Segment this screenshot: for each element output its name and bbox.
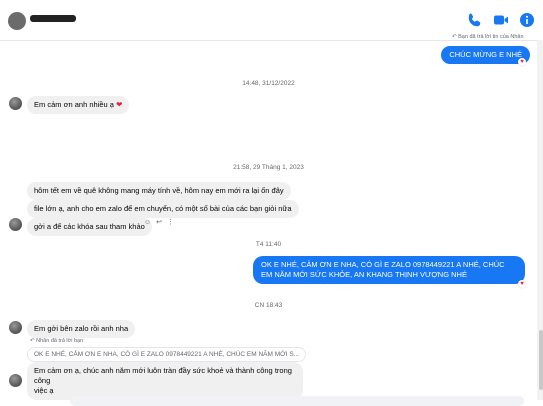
- scrollbar[interactable]: [537, 40, 543, 400]
- timestamp-divider: 21:58, 29 Tháng 1, 2023: [233, 164, 304, 171]
- info-icon[interactable]: [519, 12, 535, 28]
- contact-avatar[interactable]: [8, 12, 26, 30]
- phone-icon[interactable]: [467, 12, 483, 28]
- timestamp-divider: 14:48, 31/12/2022: [242, 80, 295, 87]
- message-composer[interactable]: [70, 396, 524, 406]
- emoji-react-icon[interactable]: ☺: [144, 219, 151, 226]
- reply-note: ↶ Nhân đã trả lời bạn: [30, 338, 84, 344]
- scrollbar-thumb[interactable]: [539, 330, 543, 390]
- incoming-message[interactable]: hôm tết em về quê không mang máy tính về…: [27, 180, 291, 200]
- incoming-bubble: Em cảm ơn anh nhiều ạ ❤: [27, 96, 130, 114]
- outgoing-bubble: OK E NHÉ, CẢM ƠN E NHA, CÓ GÌ E ZALO 097…: [253, 256, 525, 284]
- avatar[interactable]: [9, 374, 22, 387]
- incoming-message[interactable]: gởi a để các khóa sau tham khảo: [27, 216, 152, 236]
- avatar[interactable]: [9, 97, 22, 110]
- incoming-bubble: Em cảm ơn ạ, chúc anh năm mới luôn tràn …: [27, 362, 303, 400]
- incoming-bubble: Em gởi bên zalo rồi anh nha: [27, 320, 136, 338]
- header-actions: [467, 12, 535, 28]
- avatar[interactable]: [9, 218, 22, 231]
- outgoing-bubble: CHÚC MỪNG E NHÉ: [441, 46, 530, 64]
- contact-name[interactable]: [30, 15, 76, 22]
- message-actions: ☺ ↩ ⋮: [144, 218, 174, 227]
- reply-note: ↶ Bạn đã trả lời tin của Nhân: [452, 34, 524, 40]
- timestamp-divider: CN 18:43: [254, 302, 283, 309]
- outgoing-message[interactable]: CHÚC MỪNG E NHÉ: [441, 44, 530, 64]
- reply-icon[interactable]: ↩: [156, 218, 162, 226]
- reply-arrow-icon: ↶: [452, 34, 457, 40]
- heart-reaction-icon[interactable]: ♥: [518, 280, 526, 288]
- incoming-bubble: gởi a để các khóa sau tham khảo: [27, 218, 152, 236]
- heart-reaction-icon[interactable]: ♥: [518, 58, 526, 66]
- heart-emoji-icon: ❤: [116, 100, 123, 109]
- quoted-message[interactable]: OK E NHÉ, CẢM ƠN E NHA, CÓ GÌ E ZALO 097…: [27, 347, 307, 362]
- incoming-message[interactable]: Em gởi bên zalo rồi anh nha: [27, 318, 136, 338]
- timestamp-divider: T4 11:40: [255, 241, 282, 248]
- video-call-icon[interactable]: [493, 12, 509, 28]
- avatar[interactable]: [9, 321, 22, 334]
- reply-arrow-icon: ↶: [30, 338, 35, 344]
- incoming-message[interactable]: file lớn ạ, anh cho em zalo để em chuyển…: [27, 198, 299, 218]
- outgoing-message[interactable]: OK E NHÉ, CẢM ƠN E NHA, CÓ GÌ E ZALO 097…: [253, 256, 525, 284]
- incoming-message[interactable]: Em cảm ơn anh nhiều ạ ❤: [27, 94, 130, 114]
- more-options-icon[interactable]: ⋮: [167, 218, 174, 226]
- incoming-message[interactable]: Em cảm ơn ạ, chúc anh năm mới luôn tràn …: [27, 362, 303, 400]
